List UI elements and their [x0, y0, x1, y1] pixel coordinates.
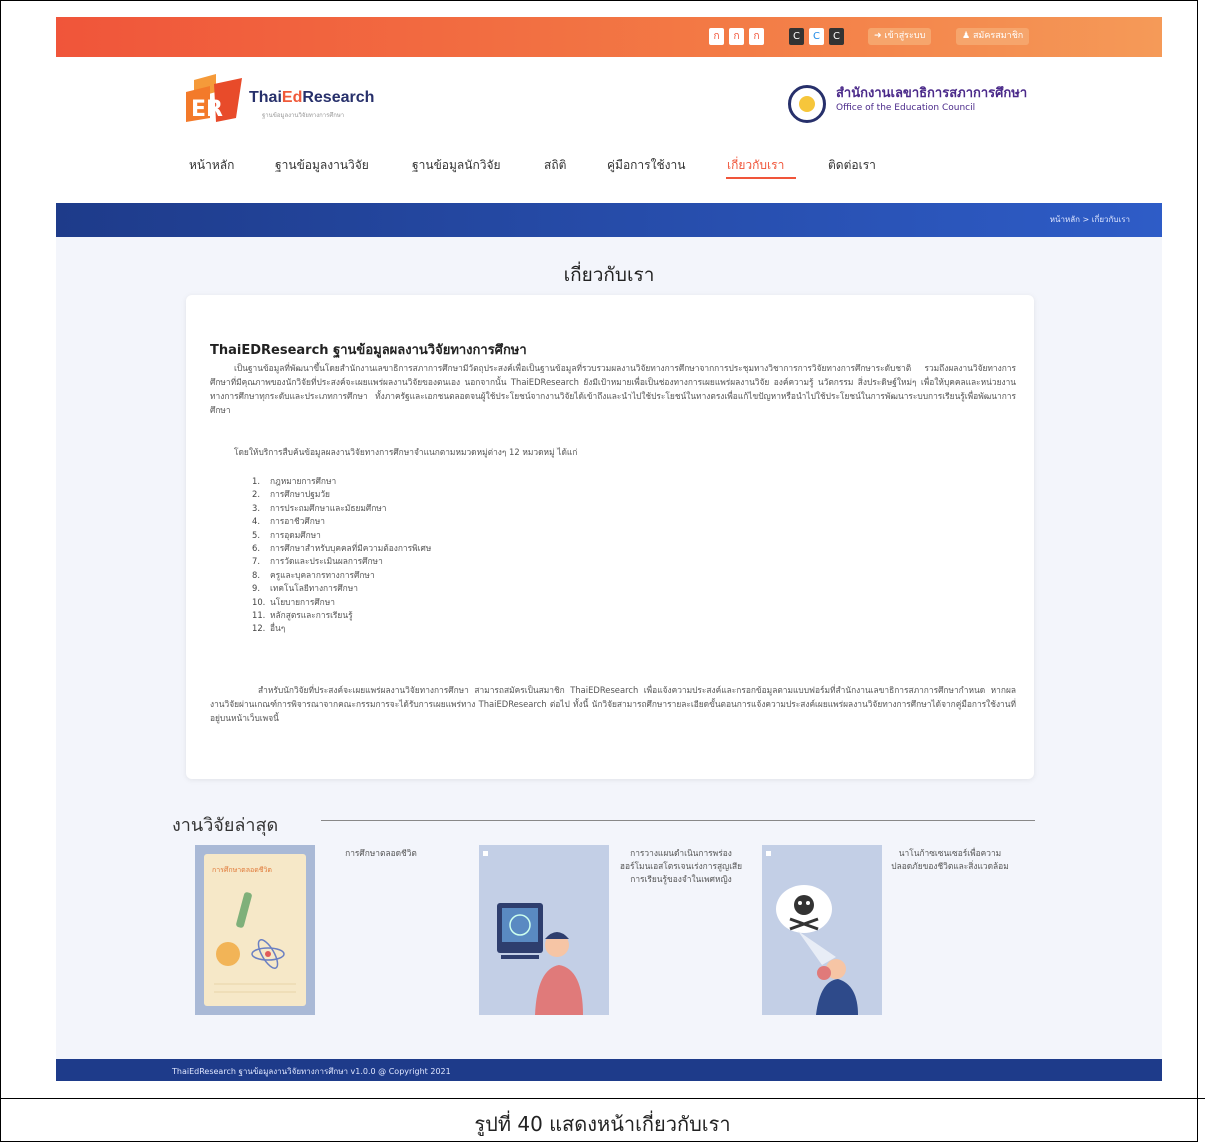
- list-item: 6. การศึกษาสำหรับบุคคลที่มีความต้องการพิเ…: [252, 543, 432, 554]
- register-button[interactable]: ♟ สมัครสมาชิก: [956, 28, 1030, 45]
- footer-copyright: ThaiEdResearch ฐานข้อมูลงานวิจัยทางการศึ…: [172, 1067, 451, 1076]
- register-label: สมัครสมาชิก: [972, 31, 1024, 41]
- latest-research-title: งานวิจัยล่าสุด: [172, 815, 279, 836]
- site-footer: ThaiEdResearch ฐานข้อมูลงานวิจัยทางการศึ…: [56, 1059, 1162, 1081]
- list-item: 1. กฎหมายการศึกษา: [252, 476, 337, 486]
- brand-tagline: ฐานข้อมูลงานวิจัยทางการศึกษา: [262, 112, 345, 119]
- nav-researcher-db[interactable]: ฐานข้อมูลนักวิจัย: [412, 156, 501, 175]
- page-title: เกี่ยวกับเรา: [563, 264, 655, 286]
- brand-name-prefix: Thai: [249, 89, 282, 106]
- font-size-small-button[interactable]: ก: [709, 28, 724, 45]
- svg-text:ER: ER: [191, 97, 223, 122]
- list-item: 12. อื่นๆ: [252, 623, 286, 634]
- figure-caption: รูปที่ 40 แสดงหน้าเกี่ยวกับเรา: [474, 1112, 731, 1136]
- site-header: ER ThaiEdResearch ฐานข้อมูลงานวิจัยทางกา…: [56, 57, 1162, 203]
- contrast-dark-button[interactable]: C: [789, 28, 804, 45]
- about-intro: เป็นฐานข้อมูลที่พัฒนาขึ้นโดยสำนักงานเลขา…: [210, 363, 1016, 415]
- nav-contact[interactable]: ติดต่อเรา: [828, 156, 876, 175]
- brand-name-suffix: Research: [302, 89, 375, 106]
- nav-research-db[interactable]: ฐานข้อมูลงานวิจัย: [275, 156, 369, 175]
- section-divider: [321, 820, 1035, 821]
- research-title-2[interactable]: การวางแผนดำเนินการพร่องฮอร์โมนเอสโตรเจนเ…: [616, 847, 746, 886]
- lab-flask-icon: [214, 892, 296, 993]
- categories-intro: โดยให้บริการสืบค้นข้อมูลผลงานวิจัยทางการ…: [234, 447, 578, 457]
- research-thumbnail-2[interactable]: [479, 845, 609, 1015]
- login-label: เข้าสู่ระบบ: [884, 31, 926, 41]
- toxic-gas-icon: [766, 851, 858, 1015]
- list-item: 8. ครูและบุคลากรทางการศึกษา: [252, 569, 375, 580]
- breadcrumb-bar: หน้าหลัก > เกี่ยวกับเรา: [56, 203, 1162, 237]
- caption-divider: [0, 1098, 1205, 1099]
- scientist-computer-icon: [483, 851, 583, 1015]
- org-name-en: Office of the Education Council: [836, 103, 976, 113]
- category-list: 1. กฎหมายการศึกษา 2. การศึกษาปฐมวัย 3. การป…: [252, 475, 431, 636]
- nav-stats[interactable]: สถิติ: [544, 156, 566, 175]
- thaiedresearch-logo-icon[interactable]: ER: [186, 74, 244, 122]
- org-name-th: สำนักงานเลขาธิการสภาการศึกษา: [836, 86, 1028, 101]
- list-item: 10. นโยบายการศึกษา: [252, 596, 335, 607]
- list-item: 7. การวัดและประเมินผลการศึกษา: [252, 556, 383, 567]
- nav-active-indicator: [726, 177, 796, 179]
- list-item: 3. การประถมศึกษาและมัธยมศึกษา: [252, 502, 387, 513]
- research-thumbnail-1[interactable]: การศึกษาตลอดชีวิต: [195, 845, 315, 1015]
- brand-name-ed: Ed: [281, 89, 303, 106]
- nav-about[interactable]: เกี่ยวกับเรา: [727, 156, 784, 175]
- screenshot: ก ก ก C C C ➜ เข้าสู่ระบบ ♟ สมัครสมาชิก …: [56, 17, 1162, 1081]
- nav-manual[interactable]: คู่มือการใช้งาน: [607, 156, 685, 175]
- research-title-3[interactable]: นาโนก้าซเซนเซอร์เพื่อความปลอดภัยของชีวิต…: [890, 847, 1010, 873]
- font-size-medium-button[interactable]: ก: [729, 28, 744, 45]
- list-item: 11. หลักสูตรและการเรียนรู้: [252, 610, 353, 621]
- research-thumbnail-3[interactable]: [762, 845, 882, 1015]
- research-title-1[interactable]: การศึกษาตลอดชีวิต: [326, 847, 436, 860]
- breadcrumb[interactable]: หน้าหลัก > เกี่ยวกับเรา: [1050, 213, 1130, 226]
- list-item: 5. การอุดมศึกษา: [252, 529, 321, 540]
- contrast-light-button[interactable]: C: [809, 28, 824, 45]
- top-utility-bar: ก ก ก C C C ➜ เข้าสู่ระบบ ♟ สมัครสมาชิก: [56, 17, 1162, 57]
- list-item: 4. การอาชีวศึกษา: [252, 516, 326, 527]
- brand-name: ThaiEdResearch: [249, 89, 374, 107]
- list-item: 2. การศึกษาปฐมวัย: [252, 489, 330, 500]
- nav-home[interactable]: หน้าหลัก: [189, 156, 234, 175]
- login-button[interactable]: ➜ เข้าสู่ระบบ: [868, 28, 932, 45]
- about-heading: ThaiEDResearch ฐานข้อมูลผลงานวิจัยทางการ…: [210, 343, 527, 358]
- list-item: 9. เทคโนโลยีทางการศึกษา: [252, 583, 358, 594]
- org-seal-icon: [788, 85, 826, 123]
- about-card: ThaiEDResearch ฐานข้อมูลผลงานวิจัยทางการ…: [186, 295, 1034, 779]
- about-closing: สำหรับนักวิจัยที่ประสงค์จะเผยแพร่ผลงานวิ…: [210, 685, 1016, 723]
- font-size-large-button[interactable]: ก: [749, 28, 764, 45]
- contrast-default-button[interactable]: C: [829, 28, 844, 45]
